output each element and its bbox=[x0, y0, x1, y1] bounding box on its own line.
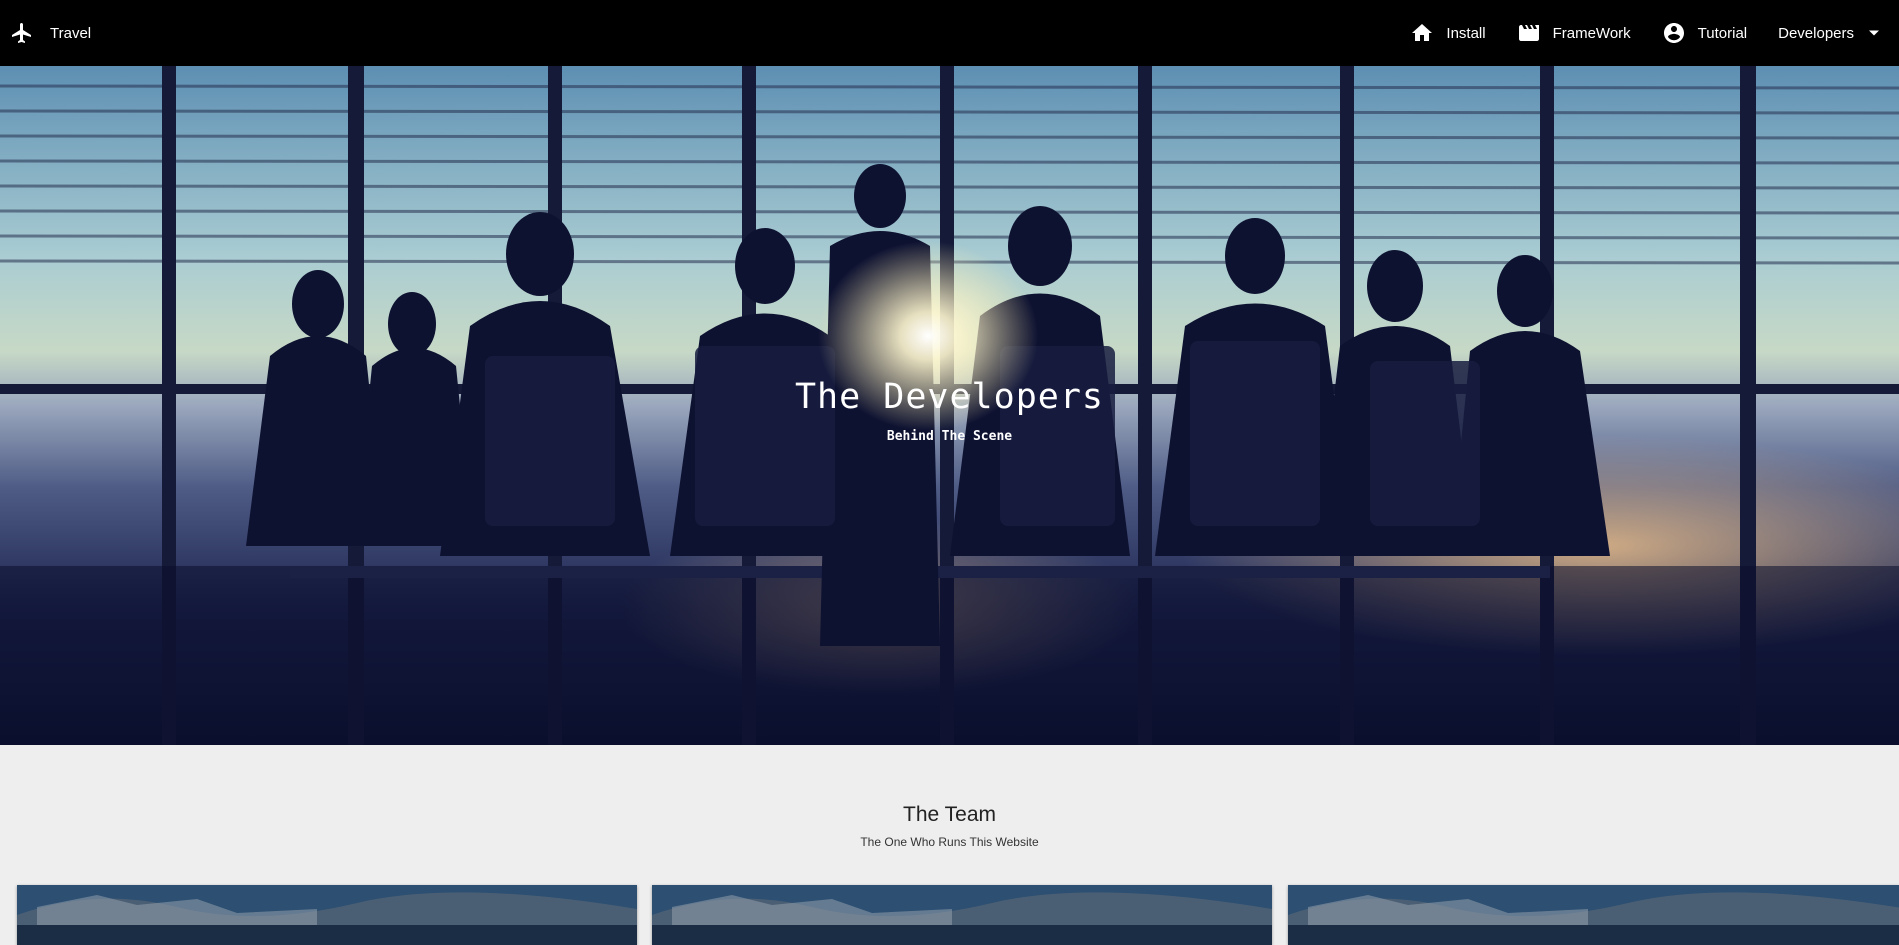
account-circle-icon bbox=[1663, 23, 1684, 43]
nav-item-label: FrameWork bbox=[1552, 24, 1631, 42]
card-mountain-image bbox=[17, 885, 637, 945]
card-mountain-image bbox=[1288, 885, 1899, 945]
nav-dropdown-developers[interactable]: Developers bbox=[1778, 25, 1880, 42]
nav-item-framework[interactable]: FrameWork bbox=[1517, 21, 1631, 45]
top-navbar: Travel Install FrameWork Tutorial Develo… bbox=[0, 0, 1899, 66]
airplane-icon bbox=[12, 23, 31, 43]
nav-item-install[interactable]: Install bbox=[1410, 21, 1486, 45]
nav-menu: Install FrameWork Tutorial Developers bbox=[1410, 0, 1899, 66]
team-card[interactable] bbox=[17, 885, 637, 945]
brand-label: Travel bbox=[50, 24, 92, 42]
nav-item-label: Developers bbox=[1778, 24, 1854, 42]
nav-item-label: Tutorial bbox=[1697, 24, 1748, 42]
hero-subtitle: Behind The Scene bbox=[886, 429, 1013, 444]
nav-item-label: Install bbox=[1446, 24, 1486, 42]
team-section-subtitle: The One Who Runs This Website bbox=[860, 835, 1039, 849]
home-icon bbox=[1412, 24, 1433, 41]
movie-clapper-icon bbox=[1518, 25, 1539, 41]
team-card[interactable] bbox=[1288, 885, 1899, 945]
brand-link[interactable]: Travel bbox=[10, 20, 91, 46]
team-section-title: The Team bbox=[903, 803, 996, 826]
nav-item-tutorial[interactable]: Tutorial bbox=[1662, 21, 1747, 45]
caret-down-icon bbox=[1869, 30, 1879, 36]
hero-banner: The Developers Behind The Scene bbox=[0, 66, 1899, 745]
team-card[interactable] bbox=[652, 885, 1272, 945]
hero-title: The Developers bbox=[794, 377, 1104, 417]
card-mountain-image bbox=[652, 885, 1272, 945]
